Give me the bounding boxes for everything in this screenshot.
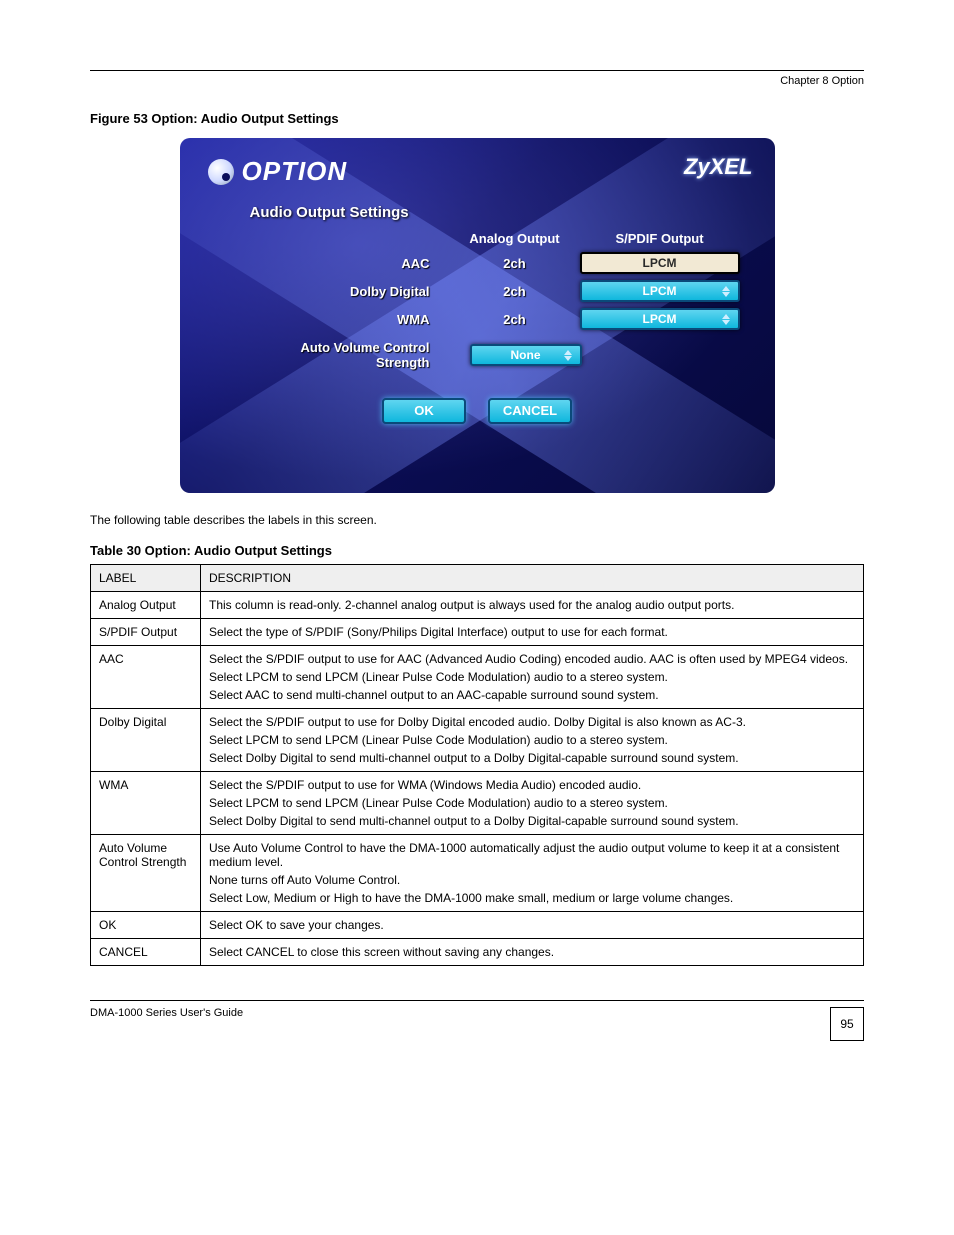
row-desc: Use Auto Volume Control to have the DMA-… [201,835,864,912]
table-row: Analog Output This column is read-only. … [91,592,864,619]
table-intro: The following table describes the labels… [90,513,864,527]
row-label: WMA [91,772,201,835]
row-label: CANCEL [91,939,201,966]
col-analog: Analog Output [450,231,580,246]
wma-spdif-select[interactable]: LPCM [580,308,740,330]
table-caption: Table 30 Option: Audio Output Settings [90,543,864,558]
row-label-aac: AAC [250,256,450,271]
avc-select[interactable]: None [470,344,582,366]
chevron-updown-icon [722,311,734,327]
row-label: Dolby Digital [91,709,201,772]
row-desc: Select CANCEL to close this screen witho… [201,939,864,966]
brand-logo: ZyXEL [684,154,752,180]
row-desc: Select the type of S/PDIF (Sony/Philips … [201,619,864,646]
chapter-ref: Chapter 8 Option [780,75,864,87]
table-row: OK Select OK to save your changes. [91,912,864,939]
row-label: S/PDIF Output [91,619,201,646]
disc-icon [208,159,234,185]
row-label-wma: WMA [250,312,450,327]
wma-analog: 2ch [450,312,580,327]
row-desc: Select OK to save your changes. [201,912,864,939]
ok-button[interactable]: OK [382,398,466,424]
figure-caption: Figure 53 Option: Audio Output Settings [90,111,864,126]
table-row: CANCEL Select CANCEL to close this scree… [91,939,864,966]
row-desc: Select the S/PDIF output to use for WMA … [201,772,864,835]
th-label: LABEL [91,565,201,592]
col-spdif: S/PDIF Output [580,231,740,246]
tv-screen: OPTION ZyXEL Audio Output Settings Analo… [180,138,775,493]
chevron-updown-icon [564,347,576,363]
table-row: Dolby Digital Select the S/PDIF output t… [91,709,864,772]
cancel-button[interactable]: CANCEL [488,398,572,424]
table-row: WMA Select the S/PDIF output to use for … [91,772,864,835]
table-row: S/PDIF Output Select the type of S/PDIF … [91,619,864,646]
dolby-analog: 2ch [450,284,580,299]
row-desc: This column is read-only. 2-channel anal… [201,592,864,619]
table-row: AAC Select the S/PDIF output to use for … [91,646,864,709]
row-label-dolby: Dolby Digital [250,284,450,299]
footer-title: DMA-1000 Series User's Guide [90,1007,243,1019]
chevron-updown-icon [722,283,734,299]
table-row: Auto Volume Control Strength Use Auto Vo… [91,835,864,912]
option-heading: OPTION [208,156,348,187]
description-table: LABEL DESCRIPTION Analog Output This col… [90,564,864,966]
row-label: Analog Output [91,592,201,619]
option-heading-text: OPTION [242,156,348,187]
row-label: Auto Volume Control Strength [91,835,201,912]
aac-analog: 2ch [450,256,580,271]
aac-spdif-select[interactable]: LPCM [580,252,740,274]
row-label: AAC [91,646,201,709]
dolby-spdif-select[interactable]: LPCM [580,280,740,302]
page-number: 95 [830,1007,864,1041]
row-label: OK [91,912,201,939]
th-desc: DESCRIPTION [201,565,864,592]
settings-subtitle: Audio Output Settings [250,204,745,221]
row-desc: Select the S/PDIF output to use for AAC … [201,646,864,709]
page-header: Chapter 8 Option [90,75,864,87]
audio-grid: Analog Output S/PDIF Output AAC 2ch LPCM… [250,231,745,330]
row-desc: Select the S/PDIF output to use for Dolb… [201,709,864,772]
avc-label: Auto Volume Control Strength [250,340,450,370]
